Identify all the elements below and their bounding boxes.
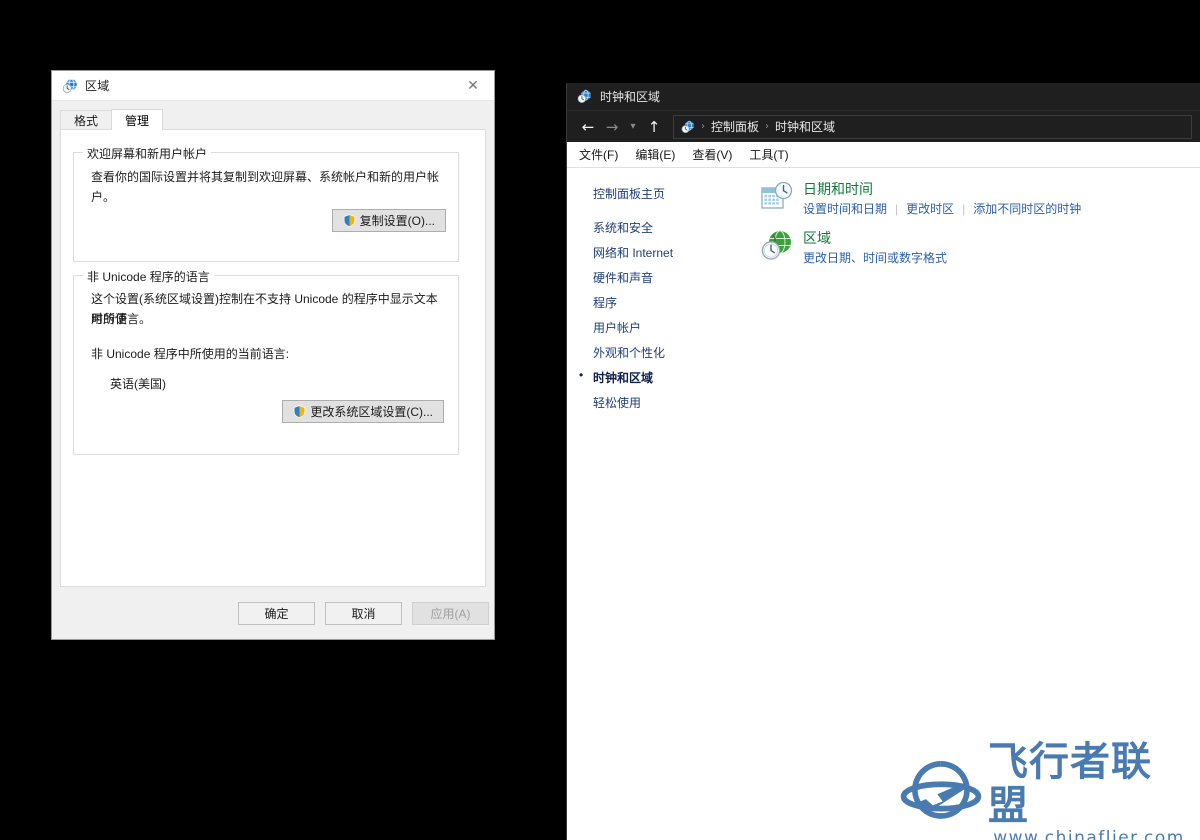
current-language-value: 英语(美国) (110, 377, 166, 391)
globe-clock-icon (681, 120, 694, 133)
control-panel-title: 时钟和区域 (600, 90, 661, 104)
sidebar-item-home[interactable]: 控制面板主页 (593, 185, 747, 202)
category-date-and-time-links: 设置时间和日期 | 更改时区 | 添加不同时区的时钟 (803, 200, 1081, 217)
region-dialog-tabs: 格式 管理 (60, 109, 486, 130)
menu-edit[interactable]: 编辑(E) (635, 146, 675, 163)
link-change-date-time-number-formats[interactable]: 更改日期、时间或数字格式 (803, 249, 947, 266)
tab-administrative[interactable]: 管理 (111, 109, 164, 130)
control-panel-navbar: ← → ▾ ↑ › 控制面板 › 时钟和区域 (567, 110, 1200, 142)
non-unicode-groupbox: 非 Unicode 程序的语言 这个设置(系统区域设置)控制在不支持 Unico… (73, 268, 459, 455)
category-region-body: 区域 更改日期、时间或数字格式 (803, 229, 947, 266)
current-language-label: 非 Unicode 程序中所使用的当前语言: (91, 347, 290, 361)
change-system-locale-button-label: 更改系统区域设置(C)... (310, 405, 433, 419)
menu-file[interactable]: 文件(F) (579, 146, 618, 163)
copy-settings-button-label: 复制设置(O)... (359, 214, 435, 228)
address-bar[interactable]: › 控制面板 › 时钟和区域 (673, 114, 1192, 139)
sidebar-item-user-accounts[interactable]: 用户帐户 (593, 319, 747, 336)
sidebar-item-network-and-internet[interactable]: 网络和 Internet (593, 244, 747, 261)
close-icon[interactable]: ✕ (452, 71, 494, 101)
region-dialog-footer: 确定 取消 应用(A) (52, 587, 494, 639)
ok-button[interactable]: 确定 (238, 602, 315, 625)
sidebar-item-programs[interactable]: 程序 (593, 294, 747, 311)
sidebar-item-system-and-security[interactable]: 系统和安全 (593, 219, 747, 236)
control-panel-menubar: 文件(F) 编辑(E) 查看(V) 工具(T) (567, 142, 1200, 168)
breadcrumb-separator: › (701, 121, 705, 132)
welcome-screen-groupbox: 欢迎屏幕和新用户帐户 查看你的国际设置并将其复制到欢迎屏幕、系统帐户和新的用户帐… (73, 145, 459, 262)
link-add-clocks-for-different-time-zones[interactable]: 添加不同时区的时钟 (973, 200, 1081, 217)
category-date-and-time: 日期和时间 设置时间和日期 | 更改时区 | 添加不同时区的时钟 (760, 180, 1200, 217)
shield-icon (343, 214, 355, 227)
cancel-button[interactable]: 取消 (325, 602, 402, 625)
menu-tools[interactable]: 工具(T) (749, 146, 788, 163)
category-date-and-time-title[interactable]: 日期和时间 (803, 180, 1081, 198)
arrow-right-icon[interactable]: → (600, 115, 624, 139)
region-dialog-titlebar: 区域 ✕ (52, 71, 494, 101)
globe-clock-icon (62, 78, 77, 93)
non-unicode-legend: 非 Unicode 程序的语言 (83, 268, 214, 285)
category-region: 区域 更改日期、时间或数字格式 (760, 229, 1200, 266)
apply-button: 应用(A) (412, 602, 489, 625)
non-unicode-description-line2: 用的语言。 (91, 312, 152, 326)
category-region-links: 更改日期、时间或数字格式 (803, 249, 947, 266)
menu-view[interactable]: 查看(V) (692, 146, 732, 163)
link-set-time-and-date[interactable]: 设置时间和日期 (803, 200, 887, 217)
region-dialog-body: 格式 管理 欢迎屏幕和新用户帐户 查看你的国际设置并将其复制到欢迎屏幕、系统帐户… (52, 101, 494, 639)
breadcrumb-clock-and-region[interactable]: 时钟和区域 (775, 118, 835, 135)
arrow-left-icon[interactable]: ← (576, 115, 600, 139)
arrow-up-icon[interactable]: ↑ (642, 115, 666, 139)
welcome-screen-description: 查看你的国际设置并将其复制到欢迎屏幕、系统帐户和新的用户帐户。 (91, 170, 440, 204)
globe-clock-icon (761, 230, 791, 260)
desktop-background: 区域 ✕ 格式 管理 欢迎屏幕和新用户帐户 查看你的国际设置并将其复制到欢迎屏幕… (0, 0, 1200, 840)
sidebar-item-appearance-and-personalization[interactable]: 外观和个性化 (593, 344, 747, 361)
welcome-screen-legend: 欢迎屏幕和新用户帐户 (83, 145, 212, 162)
watermark-brand: 飞行者联盟 (988, 739, 1152, 829)
globe-clock-icon (577, 89, 591, 103)
chevron-down-icon[interactable]: ▾ (624, 115, 642, 139)
breadcrumb-control-panel[interactable]: 控制面板 (711, 118, 759, 135)
shield-icon (294, 405, 306, 418)
watermark-text: 飞行者联盟 www.chinaflier.com (988, 740, 1190, 840)
region-dialog-window: 区域 ✕ 格式 管理 欢迎屏幕和新用户帐户 查看你的国际设置并将其复制到欢迎屏幕… (51, 70, 495, 640)
watermark: 飞行者联盟 www.chinaflier.com (900, 740, 1190, 840)
control-panel-titlebar: 时钟和区域 (567, 83, 1200, 110)
link-separator: | (962, 201, 966, 216)
category-date-and-time-body: 日期和时间 设置时间和日期 | 更改时区 | 添加不同时区的时钟 (803, 180, 1081, 217)
region-dialog-tabpage: 欢迎屏幕和新用户帐户 查看你的国际设置并将其复制到欢迎屏幕、系统帐户和新的用户帐… (60, 129, 486, 587)
calendar-clock-icon (761, 181, 793, 209)
watermark-url: www.chinaflier.com (993, 828, 1185, 840)
control-panel-sidebar: 控制面板主页 系统和安全 网络和 Internet 硬件和声音 程序 用户帐户 … (567, 168, 747, 840)
sidebar-item-hardware-and-sound[interactable]: 硬件和声音 (593, 269, 747, 286)
sidebar-item-clock-and-region[interactable]: 时钟和区域 (579, 368, 747, 386)
link-separator: | (895, 201, 899, 216)
plane-orbit-logo-icon (900, 761, 982, 819)
category-region-title[interactable]: 区域 (803, 229, 947, 247)
breadcrumb-separator: › (765, 121, 770, 132)
change-system-locale-button[interactable]: 更改系统区域设置(C)... (282, 400, 444, 423)
tab-format[interactable]: 格式 (60, 110, 113, 130)
control-panel-window: 时钟和区域 ← → ▾ ↑ › 控制面板 › 时钟和区域 文件(F) 编辑(E)… (566, 83, 1200, 840)
region-dialog-title: 区域 (85, 79, 110, 93)
sidebar-item-ease-of-access[interactable]: 轻松使用 (593, 394, 747, 411)
link-change-time-zone[interactable]: 更改时区 (906, 200, 954, 217)
copy-settings-button[interactable]: 复制设置(O)... (331, 209, 446, 232)
